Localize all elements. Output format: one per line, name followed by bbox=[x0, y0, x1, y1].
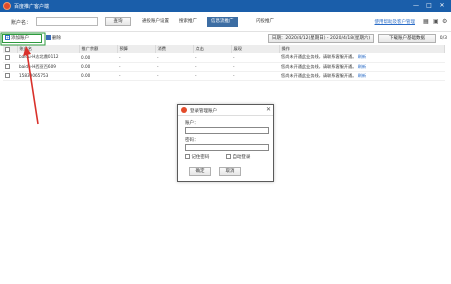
search-button[interactable]: 查询 bbox=[105, 17, 131, 26]
add-account-label: 添加账户 bbox=[11, 36, 29, 41]
cell-click: - bbox=[193, 53, 231, 63]
header-balance[interactable]: 推广余额 bbox=[79, 45, 118, 53]
cell-balance: 0.00 bbox=[79, 53, 117, 63]
dialog-account-input[interactable] bbox=[185, 127, 269, 134]
add-account-button[interactable]: + 添加账户 bbox=[2, 34, 42, 43]
remember-password-checkbox[interactable] bbox=[185, 154, 190, 159]
date-range-button[interactable]: 日期：2020/4/12(星期日) - 2020/4/18(星期六) bbox=[268, 34, 374, 43]
header-cost[interactable]: 消费 bbox=[155, 45, 194, 53]
tab-feed-promotion[interactable]: 信息流推广 bbox=[207, 17, 238, 27]
dialog-ok-button[interactable]: 确定 bbox=[189, 167, 211, 176]
cell-show: - bbox=[231, 53, 279, 63]
header-operation: 操作 bbox=[279, 45, 445, 53]
account-label: 账户名： bbox=[11, 20, 32, 26]
dialog-password-input[interactable] bbox=[185, 144, 269, 151]
cell-operation: 您尚未开通此业务线，请联系客服开通。 刷新 bbox=[279, 53, 445, 63]
cell-account: baidu-H西亚百609 bbox=[17, 62, 79, 72]
operation-text: 您尚未开通此业务线，请联系客服开通。 bbox=[281, 54, 357, 60]
delete-button[interactable]: 删除 bbox=[46, 35, 61, 41]
maximize-button[interactable]: □ bbox=[424, 1, 434, 10]
tab-general-settings[interactable]: 通投账户设置 bbox=[138, 17, 173, 27]
cell-operation: 您尚未开通此业务线，请联系客服开通。 刷新 bbox=[279, 71, 445, 81]
refresh-link[interactable]: 刷新 bbox=[358, 64, 366, 69]
login-dialog: 登录管理账户 ✕ 账户： 密码： 记住密码 自动登录 确定 取消 bbox=[177, 104, 274, 182]
table-row[interactable]: baidu-H西亚百609 0.00 - - - - 您尚未开通此业务线，请联系… bbox=[3, 62, 445, 72]
row-checkbox[interactable] bbox=[5, 55, 10, 60]
add-icon: + bbox=[5, 35, 10, 40]
trash-icon bbox=[46, 35, 51, 40]
header-select[interactable] bbox=[3, 45, 18, 53]
row-checkbox[interactable] bbox=[5, 64, 10, 70]
auto-login-option[interactable]: 自动登录 bbox=[226, 154, 250, 160]
apps-icon[interactable]: ▣ bbox=[433, 19, 439, 25]
dialog-logo-icon bbox=[181, 107, 187, 113]
window-title: 百度推广客户端 bbox=[14, 4, 50, 10]
page-counter: 0/3 bbox=[439, 36, 447, 41]
cell-account: baidu-H志北鼎0112 bbox=[17, 53, 79, 63]
remember-password-option[interactable]: 记住密码 bbox=[185, 154, 209, 160]
table-row[interactable]: 15830065753 0.00 - - - - 您尚未开通此业务线，请联系客服… bbox=[3, 71, 445, 81]
header-show[interactable]: 展现 bbox=[231, 45, 280, 53]
select-all-checkbox[interactable] bbox=[5, 46, 10, 52]
dialog-password-label: 密码： bbox=[185, 138, 199, 143]
help-link[interactable]: 使用帮助及客户管理 bbox=[375, 19, 416, 25]
row-checkbox[interactable] bbox=[5, 73, 10, 79]
accounts-table: 账户名 推广余额 预算 消费 点击 展现 操作 baidu-H志北鼎0112 0… bbox=[3, 45, 445, 81]
dialog-title: 登录管理账户 bbox=[190, 109, 217, 114]
settings-icon[interactable]: ⚙ bbox=[442, 19, 448, 25]
cell-cost: - bbox=[155, 53, 193, 63]
cell-operation: 您尚未开通此业务线，请联系客服开通。 刷新 bbox=[279, 62, 445, 72]
cell-balance: 0.00 bbox=[79, 71, 117, 81]
refresh-link[interactable]: 刷新 bbox=[358, 73, 366, 78]
cell-budget: - bbox=[117, 62, 155, 72]
cell-show: - bbox=[231, 71, 279, 81]
header-budget[interactable]: 预算 bbox=[117, 45, 156, 53]
grid-icon[interactable]: ▦ bbox=[423, 19, 429, 25]
cell-budget: - bbox=[117, 71, 155, 81]
table-row[interactable]: baidu-H志北鼎0112 0.00 - - - - 您尚未开通此业务线，请联… bbox=[3, 53, 445, 63]
remember-password-label: 记住密码 bbox=[191, 155, 210, 160]
auto-login-checkbox[interactable] bbox=[226, 154, 231, 159]
cell-click: - bbox=[193, 71, 231, 81]
close-button[interactable]: ✕ bbox=[437, 1, 447, 10]
header-click[interactable]: 点击 bbox=[193, 45, 232, 53]
tab-flash-promotion[interactable]: 闪投推广 bbox=[252, 17, 278, 27]
cell-account: 15830065753 bbox=[17, 71, 79, 81]
action-toolbar: + 添加账户 删除 日期：2020/4/12(星期日) - 2020/4/18(星… bbox=[0, 33, 451, 44]
header-account[interactable]: 账户名 bbox=[17, 45, 80, 53]
account-search-input[interactable] bbox=[36, 17, 98, 26]
cell-cost: - bbox=[155, 71, 193, 81]
cell-cost: - bbox=[155, 62, 193, 72]
cell-show: - bbox=[231, 62, 279, 72]
minimize-button[interactable]: — bbox=[411, 1, 421, 10]
download-data-button[interactable]: 下载账户基础数据 bbox=[378, 34, 436, 43]
dialog-cancel-button[interactable]: 取消 bbox=[219, 167, 241, 176]
operation-text: 您尚未开通此业务线，请联系客服开通。 bbox=[281, 63, 357, 69]
auto-login-label: 自动登录 bbox=[232, 155, 251, 160]
dialog-account-label: 账户： bbox=[185, 121, 199, 126]
cell-balance: 0.00 bbox=[79, 62, 117, 72]
dialog-title-bar: 登录管理账户 ✕ bbox=[178, 105, 273, 116]
tab-search-promotion[interactable]: 搜索推广 bbox=[175, 17, 201, 27]
title-bar: 百度推广客户端 — □ ✕ bbox=[0, 0, 451, 12]
delete-label: 删除 bbox=[52, 36, 61, 41]
operation-text: 您尚未开通此业务线，请联系客服开通。 bbox=[281, 72, 357, 78]
cell-budget: - bbox=[117, 53, 155, 63]
app-logo-icon bbox=[3, 2, 11, 10]
table-header-row: 账户名 推广余额 预算 消费 点击 展现 操作 bbox=[3, 45, 445, 53]
refresh-link[interactable]: 刷新 bbox=[358, 54, 366, 59]
cell-click: - bbox=[193, 62, 231, 72]
top-toolbar: 账户名： 查询 通投账户设置 搜索推广 信息流推广 闪投推广 使用帮助及客户管理… bbox=[0, 12, 451, 32]
dialog-close-icon[interactable]: ✕ bbox=[266, 106, 271, 113]
